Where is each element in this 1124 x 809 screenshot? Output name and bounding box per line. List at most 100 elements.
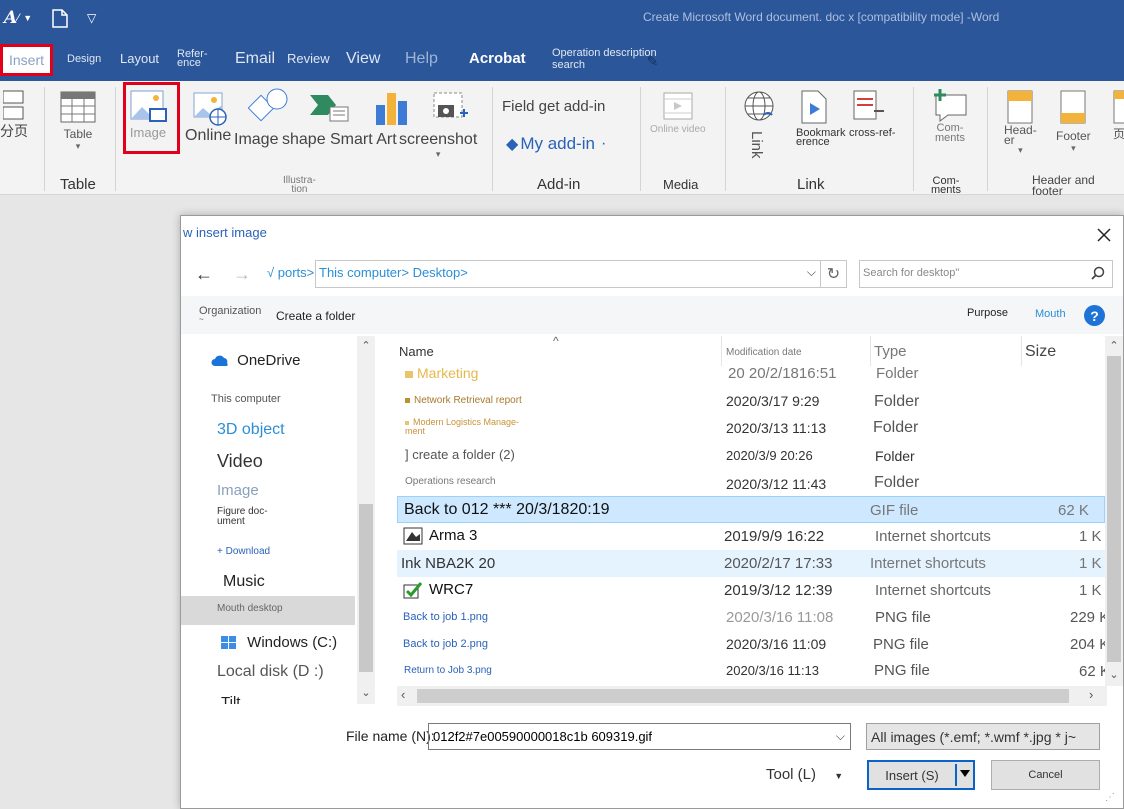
file-row-return-to-job-3[interactable]: Return to Job 3.png 2020/3/16 11:13 PNG … [397,658,1105,685]
shapes-button[interactable] [248,87,290,127]
sidebar-item-downloads[interactable]: + Download [217,546,270,557]
tab-insert[interactable]: Insert [0,44,54,76]
cross-reference-label[interactable]: cross-ref- [849,128,895,139]
bookmark-label[interactable]: Bookmark erence [796,128,846,148]
resize-grip-icon[interactable]: ⋰ [1105,792,1115,803]
screenshot-button[interactable]: screenshot ▾ [399,131,477,160]
new-document-icon[interactable] [52,6,68,30]
tab-view[interactable]: View [346,36,380,81]
font-style-icon[interactable]: A ⁄ ▼ [4,6,32,30]
chevron-down-icon[interactable]: ⌄ [1105,668,1123,684]
sidebar-item-music[interactable]: Music [223,573,265,591]
help-icon[interactable]: ? [1084,305,1105,326]
online-video-button[interactable]: Online video [650,91,706,135]
cross-reference-button[interactable] [852,89,888,125]
page-number-button[interactable]: 页 [1112,89,1124,142]
breadcrumb-prefix[interactable]: √ ports> [267,265,314,280]
tab-layout[interactable]: Layout [120,36,159,81]
new-folder-button[interactable]: Create a folder [276,309,355,323]
tab-acrobat[interactable]: Acrobat [469,36,526,81]
sidebar-item-documents[interactable]: Figure doc-ument [217,507,268,527]
preview-pane-button[interactable]: Mouth [1035,308,1066,320]
page-break-button[interactable]: 分页 [0,89,28,141]
sidebar-item-this-computer[interactable]: This computer [211,393,281,405]
file-row-back-to-012-gif[interactable]: Back to 012 *** 20/3/1820:19 GIF file 62… [397,496,1105,523]
smartart-button[interactable] [308,93,350,123]
file-row-modern-logistics[interactable]: Modern Logistics Manage-ment 2020/3/13 1… [397,416,1105,443]
my-addins-button[interactable]: ◆ My add-in · [506,134,606,154]
tab-references[interactable]: Refer-ence [177,36,208,81]
tab-review[interactable]: Review [287,36,330,81]
chevron-right-icon[interactable]: › [1089,687,1093,702]
sidebar-item-image[interactable]: Image [217,482,259,499]
file-row-arma-3[interactable]: Arma 3 2019/9/9 16:22 Internet shortcuts… [397,523,1105,550]
camera-plus-icon [433,92,468,118]
file-row-wrc7[interactable]: WRC7 2019/3/12 12:39 Internet shortcuts … [397,577,1105,604]
dropdown-arrow-icon[interactable] [960,770,970,777]
chart-button[interactable] [374,91,410,125]
folder-icon [405,397,410,403]
file-list-scroll-thumb[interactable] [1107,356,1121,662]
file-list-hscrollbar[interactable]: ‹ › [397,686,1107,706]
sidebar-scrollbar[interactable]: ⌃ ⌄ [357,336,375,704]
get-addins-button[interactable]: Field get add-in [502,98,605,115]
file-name-input[interactable]: 012f2#7e00590000018c1b 609319.gif ⌵ [428,723,851,750]
search-icon[interactable] [1090,266,1106,282]
sidebar-scroll-thumb[interactable] [359,504,373,672]
file-row-nba2k20[interactable]: Ink NBA2K 20 2020/2/17 17:33 Internet sh… [397,550,1105,577]
online-picture-button[interactable]: Online [185,89,231,145]
tools-menu[interactable]: Tool (L) ▼ [766,766,843,783]
new-comment-button[interactable]: Com-ments [930,89,970,144]
chevron-down-icon: ▾ [1071,143,1076,153]
image-button-2[interactable]: Image [234,131,278,149]
file-list-scrollbar[interactable]: ⌃ ⌄ [1105,336,1123,686]
tab-email[interactable]: Email [235,36,275,81]
screenshot-icon-button[interactable] [432,91,468,123]
file-type-filter[interactable]: All images (*.emf; *.wmf *.jpg * j~ [866,723,1100,750]
search-box[interactable] [859,260,1113,288]
sidebar-item-desktop[interactable]: Mouth desktop [181,596,355,625]
chevron-up-icon[interactable]: ⌃ [357,339,375,355]
close-icon[interactable] [1093,224,1115,246]
file-row-create-folder-2[interactable]: ] create a folder (2) 2020/3/9 20:26 Fol… [397,442,1105,469]
chevron-down-icon[interactable]: ⌵ [807,265,816,280]
sidebar-item-windows-c[interactable]: Windows (C:) [221,634,337,651]
file-row-network-retrieval[interactable]: Network Retrieval report 2020/3/17 9:29 … [397,389,1105,416]
tab-design[interactable]: Design [67,36,101,81]
bookmark-button[interactable] [800,89,828,125]
header-button[interactable]: Head-er ▾ [1004,89,1037,156]
link-label[interactable]: Link [748,131,765,159]
refresh-icon[interactable]: ↻ [821,260,847,288]
view-options-button[interactable]: Purpose [967,307,1008,319]
search-input[interactable] [863,267,1073,279]
table-button[interactable]: Table ▾ [60,91,96,152]
sidebar-item-3d-objects[interactable]: 3D object [217,421,285,439]
sidebar-item-video[interactable]: Video [217,451,263,472]
file-row-operations-research[interactable]: Operations research 2020/3/12 11:43 Fold… [397,469,1105,496]
file-row-back-to-job-2[interactable]: Back to job 2.png 2020/3/16 11:09 PNG fi… [397,631,1105,658]
smartart-label-button[interactable]: Smart Art [330,131,397,149]
hscroll-thumb[interactable] [417,689,1069,703]
chevron-down-icon[interactable]: ⌵ [836,729,845,744]
link-button[interactable] [742,89,778,125]
customize-quick-access-icon[interactable]: ▽ [87,6,96,30]
sidebar-item-local-disk-d[interactable]: Local disk (D :) [217,663,324,681]
file-row-marketing[interactable]: Marketing 20 20/2/1816:51 Folder [397,362,1105,389]
game-shortcut-icon [403,582,423,599]
organize-button[interactable]: Organization ~ [199,305,261,324]
file-row-back-to-job-1[interactable]: Back to job 1.png 2020/3/16 11:08 PNG fi… [397,604,1105,631]
cancel-button[interactable]: Cancel [991,760,1100,790]
chevron-up-icon[interactable]: ⌃ [1105,339,1123,355]
tab-help[interactable]: Help [405,36,438,81]
insert-button[interactable]: Insert (S) [867,760,975,790]
shape-label-button[interactable]: shape [282,131,326,149]
footer-button[interactable]: Footer ▾ [1056,89,1091,154]
chevron-left-icon[interactable]: ‹ [401,687,405,702]
back-arrow-icon[interactable]: ← [195,264,213,285]
sidebar-item-onedrive[interactable]: OneDrive [211,352,301,369]
tell-me-search[interactable]: Operation description search ✎ [552,36,658,81]
chevron-down-icon[interactable]: ⌄ [357,686,375,702]
address-bar[interactable]: This computer> Desktop> ⌵ [315,260,821,288]
sidebar-item-more[interactable]: Tilt [221,694,240,704]
forward-arrow-icon[interactable]: → [233,264,251,285]
